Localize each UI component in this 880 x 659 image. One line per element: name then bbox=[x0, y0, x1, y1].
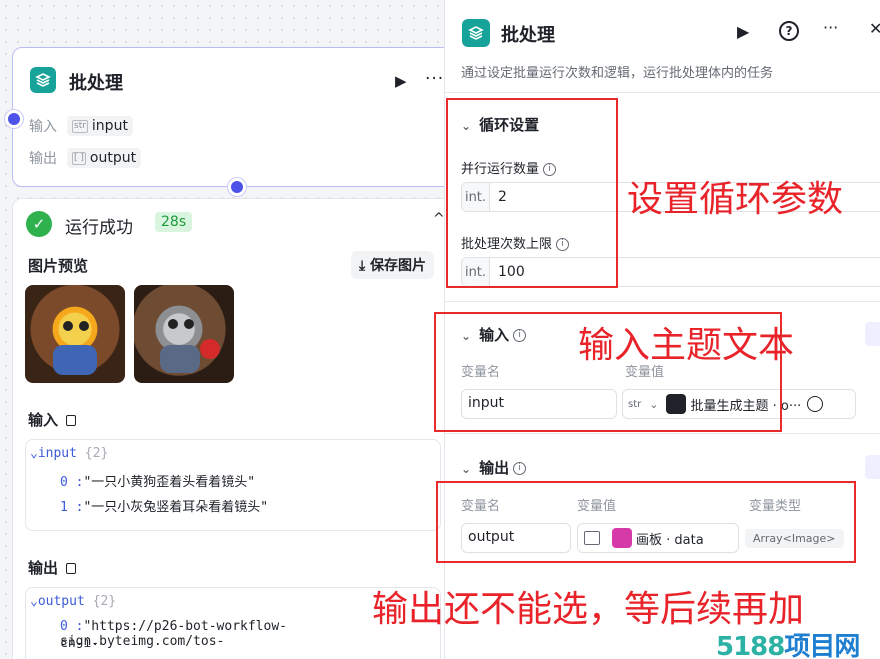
input-tree-item: 0 :"一只小黄狗歪着头看着镜头" bbox=[60, 471, 255, 490]
run-icon[interactable]: ▶ bbox=[737, 22, 749, 41]
close-icon[interactable]: ✕ bbox=[869, 19, 880, 38]
string-type-icon: str bbox=[72, 119, 88, 133]
item-value: "一只小灰兔竖着耳朵看着镜头" bbox=[83, 500, 269, 515]
input-tree-key: input bbox=[37, 446, 77, 461]
input-tag: str input bbox=[67, 116, 133, 136]
node-output-row: 输出 [ ] output bbox=[29, 148, 142, 168]
output-tag-label: output bbox=[89, 150, 137, 166]
help-icon[interactable]: ? bbox=[779, 21, 799, 41]
add-output-button[interactable] bbox=[865, 455, 880, 479]
batch-node-card[interactable]: 批处理 ▶ ··· 输入 str input 输出 [ ] output bbox=[12, 47, 452, 187]
save-images-label: 保存图片 bbox=[370, 258, 427, 274]
site-watermark: 5188项目网 bbox=[716, 626, 860, 659]
outputs-label: 输出 bbox=[29, 151, 57, 167]
panel-title: 批处理 bbox=[501, 25, 555, 46]
output-section-label: 输出 bbox=[28, 557, 77, 578]
run-status: 运行成功 bbox=[65, 218, 133, 238]
duration-badge: 28s bbox=[155, 212, 193, 232]
output-port[interactable] bbox=[228, 178, 246, 196]
divider bbox=[445, 92, 880, 93]
input-json-viewer: ⌄input {2} 0 :"一只小黄狗歪着头看着镜头" 1 :"一只小灰兔竖着… bbox=[25, 439, 441, 531]
array-type-icon: [ ] bbox=[72, 151, 86, 165]
output-highlight-box bbox=[436, 481, 856, 563]
preview-image-rabbit[interactable] bbox=[134, 285, 234, 383]
save-images-button[interactable]: ⤓ 保存图片 bbox=[351, 251, 435, 279]
output-tag: [ ] output bbox=[67, 148, 142, 168]
output-tree-root[interactable]: ⌄output {2} bbox=[30, 594, 116, 609]
add-input-button[interactable] bbox=[865, 322, 880, 346]
divider bbox=[445, 301, 880, 302]
output-label-text: 输出 bbox=[28, 559, 59, 577]
input-annotation: 输入主题文本 bbox=[578, 325, 795, 366]
item-index: 0 : bbox=[60, 475, 84, 490]
collapse-chevron-icon[interactable]: ^ bbox=[433, 211, 445, 227]
more-icon[interactable]: ··· bbox=[823, 18, 838, 37]
output-annotation: 输出还不能选，等后续再加 bbox=[372, 589, 805, 630]
copy-icon[interactable] bbox=[66, 563, 77, 574]
play-icon[interactable]: ▶ bbox=[395, 72, 407, 90]
batch-layers-icon bbox=[462, 19, 490, 47]
more-icon[interactable]: ··· bbox=[425, 69, 444, 89]
output-tree-item: cn-i- bbox=[60, 636, 99, 651]
node-title: 批处理 bbox=[69, 73, 123, 94]
item-value: "一只小黄狗歪着头看着镜头" bbox=[83, 475, 256, 490]
chevron-down-icon: ⌄ bbox=[461, 462, 472, 476]
divider bbox=[445, 433, 880, 434]
copy-icon[interactable] bbox=[66, 415, 77, 426]
settings-icon[interactable] bbox=[807, 396, 824, 412]
item-index: 0 : bbox=[60, 619, 84, 634]
input-tree-item: 1 :"一只小灰兔竖着耳朵看着镜头" bbox=[60, 496, 268, 515]
output-tree-key: output bbox=[37, 594, 85, 609]
watermark-text: 项目网 bbox=[784, 632, 860, 659]
info-icon[interactable]: i bbox=[513, 462, 527, 475]
output-tree-count: {2} bbox=[92, 594, 117, 609]
input-tree-root[interactable]: ⌄input {2} bbox=[30, 446, 108, 461]
input-port[interactable] bbox=[5, 110, 23, 128]
output-settings-header[interactable]: ⌄ 输出 i bbox=[461, 457, 527, 478]
output-settings-title: 输出 bbox=[479, 459, 510, 477]
loop-highlight-box bbox=[446, 98, 618, 288]
success-check-icon: ✓ bbox=[26, 211, 52, 237]
preview-image-dog[interactable] bbox=[25, 285, 125, 383]
image-preview-label: 图片预览 bbox=[28, 257, 89, 275]
panel-description: 通过设定批量运行次数和逻辑，运行批处理体内的任务 bbox=[461, 66, 774, 81]
download-icon: ⤓ bbox=[359, 258, 371, 274]
input-section-label: 输入 bbox=[28, 409, 77, 430]
item-index: 1 : bbox=[60, 500, 84, 515]
input-tree-count: {2} bbox=[84, 446, 109, 461]
inputs-label: 输入 bbox=[29, 119, 57, 135]
input-label-text: 输入 bbox=[28, 411, 59, 429]
node-input-row: 输入 str input bbox=[29, 116, 133, 136]
loop-annotation: 设置循环参数 bbox=[627, 179, 844, 220]
item-value: cn-i- bbox=[60, 636, 100, 651]
batch-layers-icon bbox=[30, 67, 56, 93]
watermark-number: 5188 bbox=[716, 632, 785, 659]
input-tag-label: input bbox=[91, 118, 128, 134]
